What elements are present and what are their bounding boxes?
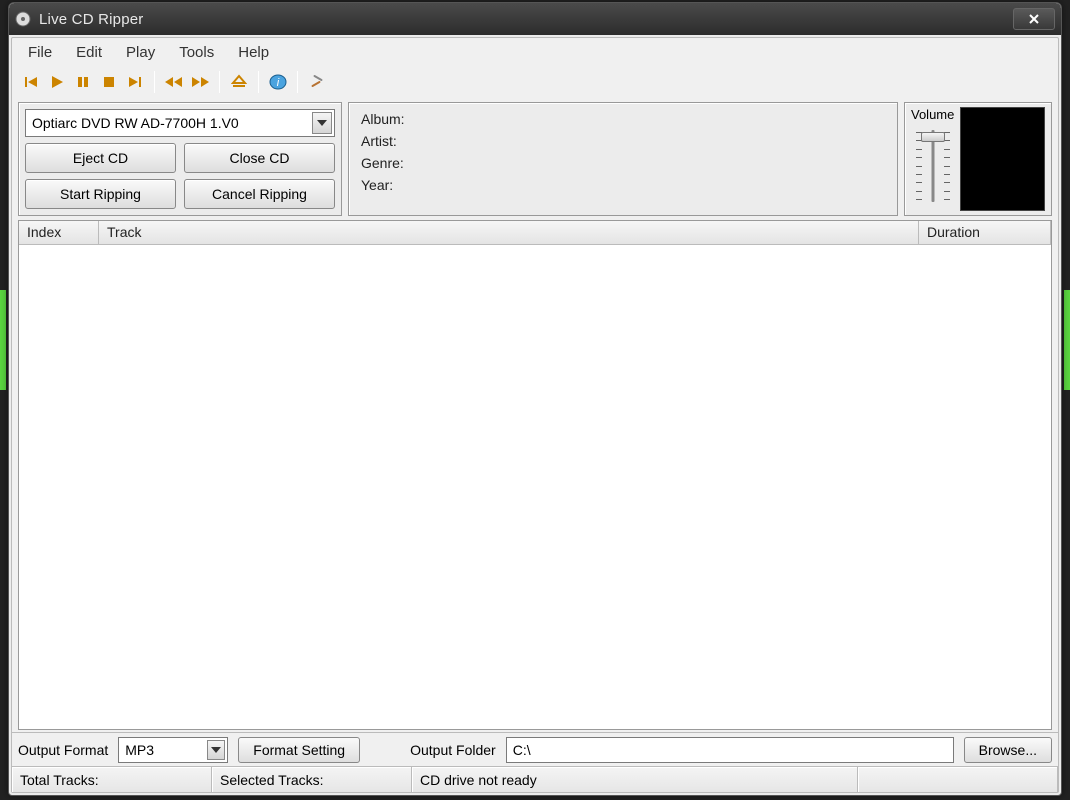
volume-panel: Volume (904, 102, 1052, 216)
info-icon[interactable]: i (267, 71, 289, 93)
menu-tools[interactable]: Tools (169, 41, 224, 64)
dropdown-icon[interactable] (312, 112, 332, 134)
toolbar-separator (154, 71, 155, 93)
genre-label: Genre: (361, 155, 885, 171)
cd-info-panel: Album: Artist: Genre: Year: (348, 102, 898, 216)
window-controls (1013, 8, 1055, 30)
drive-panel: Optiarc DVD RW AD-7700H 1.V0 Eject CD Cl… (18, 102, 342, 216)
pause-icon[interactable] (72, 71, 94, 93)
output-format-value: MP3 (125, 742, 154, 758)
previous-track-icon[interactable] (20, 71, 42, 93)
rewind-icon[interactable] (163, 71, 185, 93)
column-track[interactable]: Track (99, 221, 919, 244)
menu-file[interactable]: File (18, 41, 62, 64)
menu-play[interactable]: Play (116, 41, 165, 64)
menu-edit[interactable]: Edit (66, 41, 112, 64)
menubar: File Edit Play Tools Help (12, 38, 1058, 66)
track-table: Index Track Duration (18, 220, 1052, 730)
album-label: Album: (361, 111, 885, 127)
app-window: Live CD Ripper File Edit Play Tools Help (8, 2, 1062, 796)
output-format-select[interactable]: MP3 (118, 737, 228, 763)
play-icon[interactable] (46, 71, 68, 93)
column-index[interactable]: Index (19, 221, 99, 244)
status-selected-tracks: Selected Tracks: (212, 767, 412, 792)
cancel-ripping-button[interactable]: Cancel Ripping (184, 179, 335, 209)
column-duration[interactable]: Duration (919, 221, 1051, 244)
settings-icon[interactable] (306, 71, 328, 93)
close-window-button[interactable] (1013, 8, 1055, 30)
volume-thumb[interactable] (921, 132, 945, 142)
status-cd: CD drive not ready (412, 767, 858, 792)
window-title: Live CD Ripper (39, 11, 144, 28)
table-header: Index Track Duration (19, 221, 1051, 245)
status-total-tracks: Total Tracks: (12, 767, 212, 792)
eject-icon[interactable] (228, 71, 250, 93)
app-icon (15, 11, 31, 27)
toolbar-separator (258, 71, 259, 93)
browse-button[interactable]: Browse... (964, 737, 1052, 763)
level-meter (960, 107, 1045, 211)
eject-cd-button[interactable]: Eject CD (25, 143, 176, 173)
mid-panels: Optiarc DVD RW AD-7700H 1.V0 Eject CD Cl… (12, 98, 1058, 218)
year-label: Year: (361, 177, 885, 193)
stop-icon[interactable] (98, 71, 120, 93)
titlebar[interactable]: Live CD Ripper (9, 3, 1061, 35)
client-area: File Edit Play Tools Help (11, 37, 1059, 793)
drive-select-value: Optiarc DVD RW AD-7700H 1.V0 (32, 115, 239, 131)
menu-help[interactable]: Help (228, 41, 279, 64)
statusbar: Total Tracks: Selected Tracks: CD drive … (12, 766, 1058, 792)
table-body[interactable] (19, 245, 1051, 729)
start-ripping-button[interactable]: Start Ripping (25, 179, 176, 209)
artist-label: Artist: (361, 133, 885, 149)
next-track-icon[interactable] (124, 71, 146, 93)
volume-label: Volume (911, 107, 954, 122)
close-cd-button[interactable]: Close CD (184, 143, 335, 173)
status-empty (858, 767, 1058, 792)
toolbar-separator (297, 71, 298, 93)
output-folder-field[interactable]: C:\ (506, 737, 954, 763)
toolbar-separator (219, 71, 220, 93)
output-format-label: Output Format (18, 742, 108, 758)
volume-slider[interactable] (913, 126, 953, 206)
format-setting-button[interactable]: Format Setting (238, 737, 360, 763)
drive-select[interactable]: Optiarc DVD RW AD-7700H 1.V0 (25, 109, 335, 137)
toolbar: i (12, 66, 1058, 98)
dropdown-icon[interactable] (207, 740, 225, 760)
output-bar: Output Format MP3 Format Setting Output … (12, 732, 1058, 766)
fast-forward-icon[interactable] (189, 71, 211, 93)
output-folder-label: Output Folder (410, 742, 496, 758)
